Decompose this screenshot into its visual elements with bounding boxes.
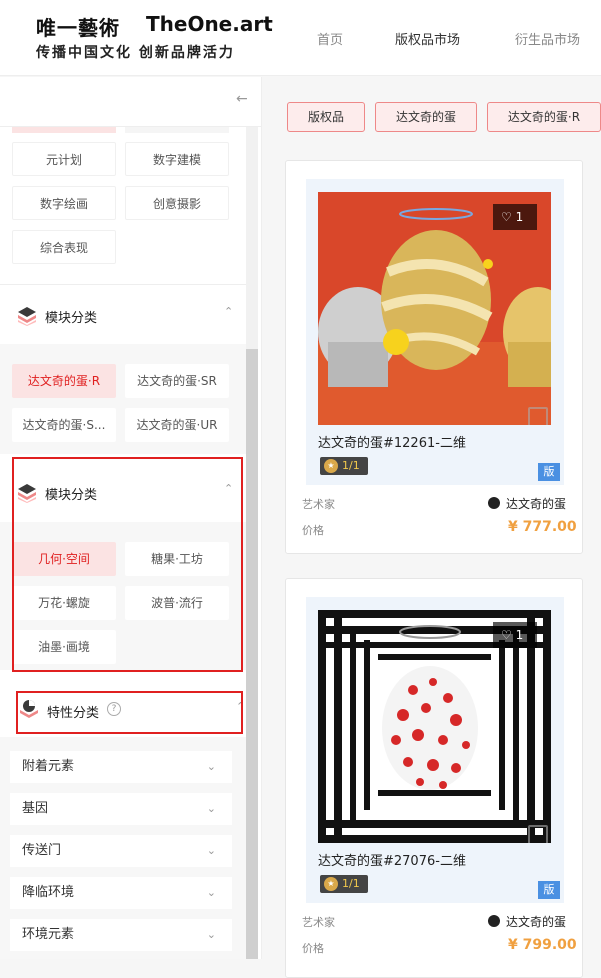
chevron-down-icon: ⌄	[206, 928, 216, 941]
collapse-arrow-icon[interactable]: ←	[236, 91, 248, 107]
main-content: 版权品 达文奇的蛋 达文奇的蛋·R ♡ 1 达文奇的蛋#12261-二维 ★ 1…	[263, 77, 601, 978]
layers-icon	[18, 307, 36, 326]
filter-label: 传送门	[22, 843, 62, 858]
price-value: ¥ 777.00	[508, 519, 577, 535]
chip-mixed[interactable]: 综合表现	[12, 230, 116, 264]
price-label: 价格	[302, 524, 324, 537]
sidebar-top-bar: ←	[0, 77, 261, 127]
highlight-box	[16, 691, 243, 734]
copyright-badge: 版	[538, 881, 560, 899]
heart-icon: ♡	[501, 210, 512, 224]
chevron-down-icon: ⌄	[206, 760, 216, 773]
like-count: 1	[515, 628, 524, 642]
logo-chinese[interactable]: 唯一藝術	[36, 12, 120, 41]
section-module-category-1[interactable]: 模块分类 ⌃	[0, 284, 246, 344]
nav-derivative-market[interactable]: 衍生品市场	[515, 29, 580, 48]
filter-label: 附着元素	[22, 759, 75, 774]
chip-partial	[125, 127, 229, 133]
artwork-image[interactable]: ♡ 1	[318, 610, 551, 843]
chevron-up-icon[interactable]: ⌃	[224, 305, 233, 318]
avatar	[488, 497, 500, 509]
artist-label: 艺术家	[302, 916, 335, 929]
copyright-badge: 版	[538, 463, 560, 481]
scrollbar-thumb[interactable]	[246, 349, 258, 959]
expand-icon[interactable]	[528, 825, 548, 843]
filter-descend-environment[interactable]: 降临环境 ⌄	[10, 877, 232, 909]
card-title: 达文奇的蛋#27076-二维	[318, 854, 466, 869]
product-card[interactable]: ♡ 1 达文奇的蛋#12261-二维 ★ 1/1 版 艺术家 达文奇的蛋 价格 ¥…	[285, 160, 583, 554]
artist-name-text: 达文奇的蛋	[506, 915, 567, 929]
like-count: 1	[515, 210, 524, 224]
chevron-down-icon: ⌄	[206, 844, 216, 857]
header: 唯一藝術 TheOne.art 传播中国文化 创新品牌活力 首页 版权品市场 衍…	[0, 0, 601, 76]
price-label: 价格	[302, 942, 324, 955]
filter-portal[interactable]: 传送门 ⌄	[10, 835, 232, 867]
edition-count: 1/1	[342, 459, 360, 472]
tag-davinci-egg-r[interactable]: 达文奇的蛋·R	[487, 102, 601, 132]
nav-home[interactable]: 首页	[317, 29, 343, 48]
like-button[interactable]: ♡ 1	[493, 622, 537, 648]
artist-name[interactable]: 达文奇的蛋	[488, 913, 566, 930]
heart-icon: ♡	[501, 628, 512, 642]
price-value: ¥ 799.00	[508, 937, 577, 953]
star-icon: ★	[324, 877, 338, 891]
like-button[interactable]: ♡ 1	[493, 204, 537, 230]
filter-label: 降临环境	[22, 885, 75, 900]
section-body-1: 达文奇的蛋·R 达文奇的蛋·SR 达文奇的蛋·S... 达文奇的蛋·UR	[0, 344, 246, 454]
tag-copyright[interactable]: 版权品	[287, 102, 365, 132]
chip-digital-modeling[interactable]: 数字建模	[125, 142, 229, 176]
star-icon: ★	[324, 459, 338, 473]
logo-brand[interactable]: TheOne.art	[146, 12, 273, 36]
filter-list: 附着元素 ⌄ 基因 ⌄ 传送门 ⌄ 降临环境 ⌄ 环境元素 ⌄	[0, 737, 246, 959]
edition-badge: ★ 1/1	[320, 875, 368, 893]
filter-gene[interactable]: 基因 ⌄	[10, 793, 232, 825]
sidebar: ← 元计划 数字建模 数字绘画 创意摄影 综合表现 模块分类 ⌃ 达文奇的蛋·R…	[0, 77, 262, 959]
chip-digital-painting[interactable]: 数字绘画	[12, 186, 116, 220]
logo-slogan: 传播中国文化 创新品牌活力	[36, 45, 235, 61]
tag-davinci-egg[interactable]: 达文奇的蛋	[375, 102, 477, 132]
card-title: 达文奇的蛋#12261-二维	[318, 436, 466, 451]
chip-yuan-plan[interactable]: 元计划	[12, 142, 116, 176]
chip-partial	[12, 127, 116, 133]
image-frame: ♡ 1 达文奇的蛋#27076-二维 ★ 1/1 版	[306, 597, 564, 903]
artist-name-text: 达文奇的蛋	[506, 497, 567, 511]
filter-environment-elements[interactable]: 环境元素 ⌄	[10, 919, 232, 951]
chip-davinci-s[interactable]: 达文奇的蛋·S...	[12, 408, 116, 442]
avatar	[488, 915, 500, 927]
filter-label: 基因	[22, 801, 49, 816]
nav-copyright-market[interactable]: 版权品市场	[395, 29, 460, 48]
highlight-box	[12, 457, 243, 672]
section-title: 模块分类	[45, 311, 98, 326]
chip-davinci-ur[interactable]: 达文奇的蛋·UR	[125, 408, 229, 442]
artist-label: 艺术家	[302, 498, 335, 511]
edition-badge: ★ 1/1	[320, 457, 368, 475]
expand-icon[interactable]	[528, 407, 548, 425]
artist-name[interactable]: 达文奇的蛋	[488, 495, 566, 512]
chip-davinci-sr[interactable]: 达文奇的蛋·SR	[125, 364, 229, 398]
chip-davinci-r[interactable]: 达文奇的蛋·R	[12, 364, 116, 398]
artwork-image[interactable]: ♡ 1	[318, 192, 551, 425]
filter-label: 环境元素	[22, 927, 75, 942]
edition-count: 1/1	[342, 877, 360, 890]
chip-creative-photo[interactable]: 创意摄影	[125, 186, 229, 220]
chevron-down-icon: ⌄	[206, 886, 216, 899]
filter-attached-elements[interactable]: 附着元素 ⌄	[10, 751, 232, 783]
image-frame: ♡ 1 达文奇的蛋#12261-二维 ★ 1/1 版	[306, 179, 564, 485]
chevron-down-icon: ⌄	[206, 802, 216, 815]
product-card[interactable]: ♡ 1 达文奇的蛋#27076-二维 ★ 1/1 版 艺术家 达文奇的蛋 价格 ¥…	[285, 578, 583, 978]
